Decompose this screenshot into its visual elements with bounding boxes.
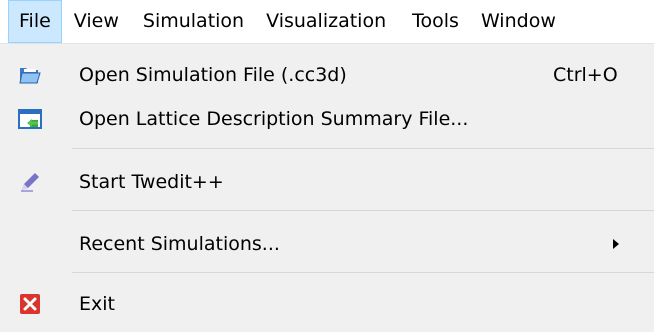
submenu-arrow-icon	[613, 239, 619, 249]
file-menu-dropdown: Open Simulation File (.cc3d) Ctrl+O Open…	[0, 43, 654, 329]
menu-item-label: Start Twedit++	[79, 171, 224, 193]
shortcut-label: Ctrl+O	[553, 64, 618, 86]
menu-separator	[72, 272, 654, 273]
menu-view[interactable]: View	[74, 0, 119, 43]
twedit-pen-icon	[18, 170, 42, 194]
menu-visualization[interactable]: Visualization	[266, 0, 386, 43]
menu-bar: File View Simulation Visualization Tools…	[0, 0, 654, 43]
menu-item-recent-simulations[interactable]: Recent Simulations...	[0, 216, 654, 272]
menu-item-label: Exit	[79, 293, 115, 315]
menu-file[interactable]: File	[8, 0, 62, 43]
menu-separator	[72, 210, 654, 211]
exit-x-icon	[18, 292, 42, 316]
menu-simulation[interactable]: Simulation	[143, 0, 244, 43]
menu-item-open-lattice-summary[interactable]: Open Lattice Description Summary File...	[0, 91, 654, 147]
folder-open-icon	[18, 63, 42, 87]
menu-item-label: Open Simulation File (.cc3d)	[79, 64, 347, 86]
menu-item-exit[interactable]: Exit	[0, 276, 654, 332]
lattice-file-icon	[18, 107, 42, 131]
menu-item-start-twedit[interactable]: Start Twedit++	[0, 154, 654, 210]
menu-tools[interactable]: Tools	[412, 0, 459, 43]
menu-separator	[72, 148, 654, 149]
menu-item-label: Open Lattice Description Summary File...	[79, 108, 469, 130]
menu-window[interactable]: Window	[481, 0, 556, 43]
menu-item-label: Recent Simulations...	[79, 233, 280, 255]
